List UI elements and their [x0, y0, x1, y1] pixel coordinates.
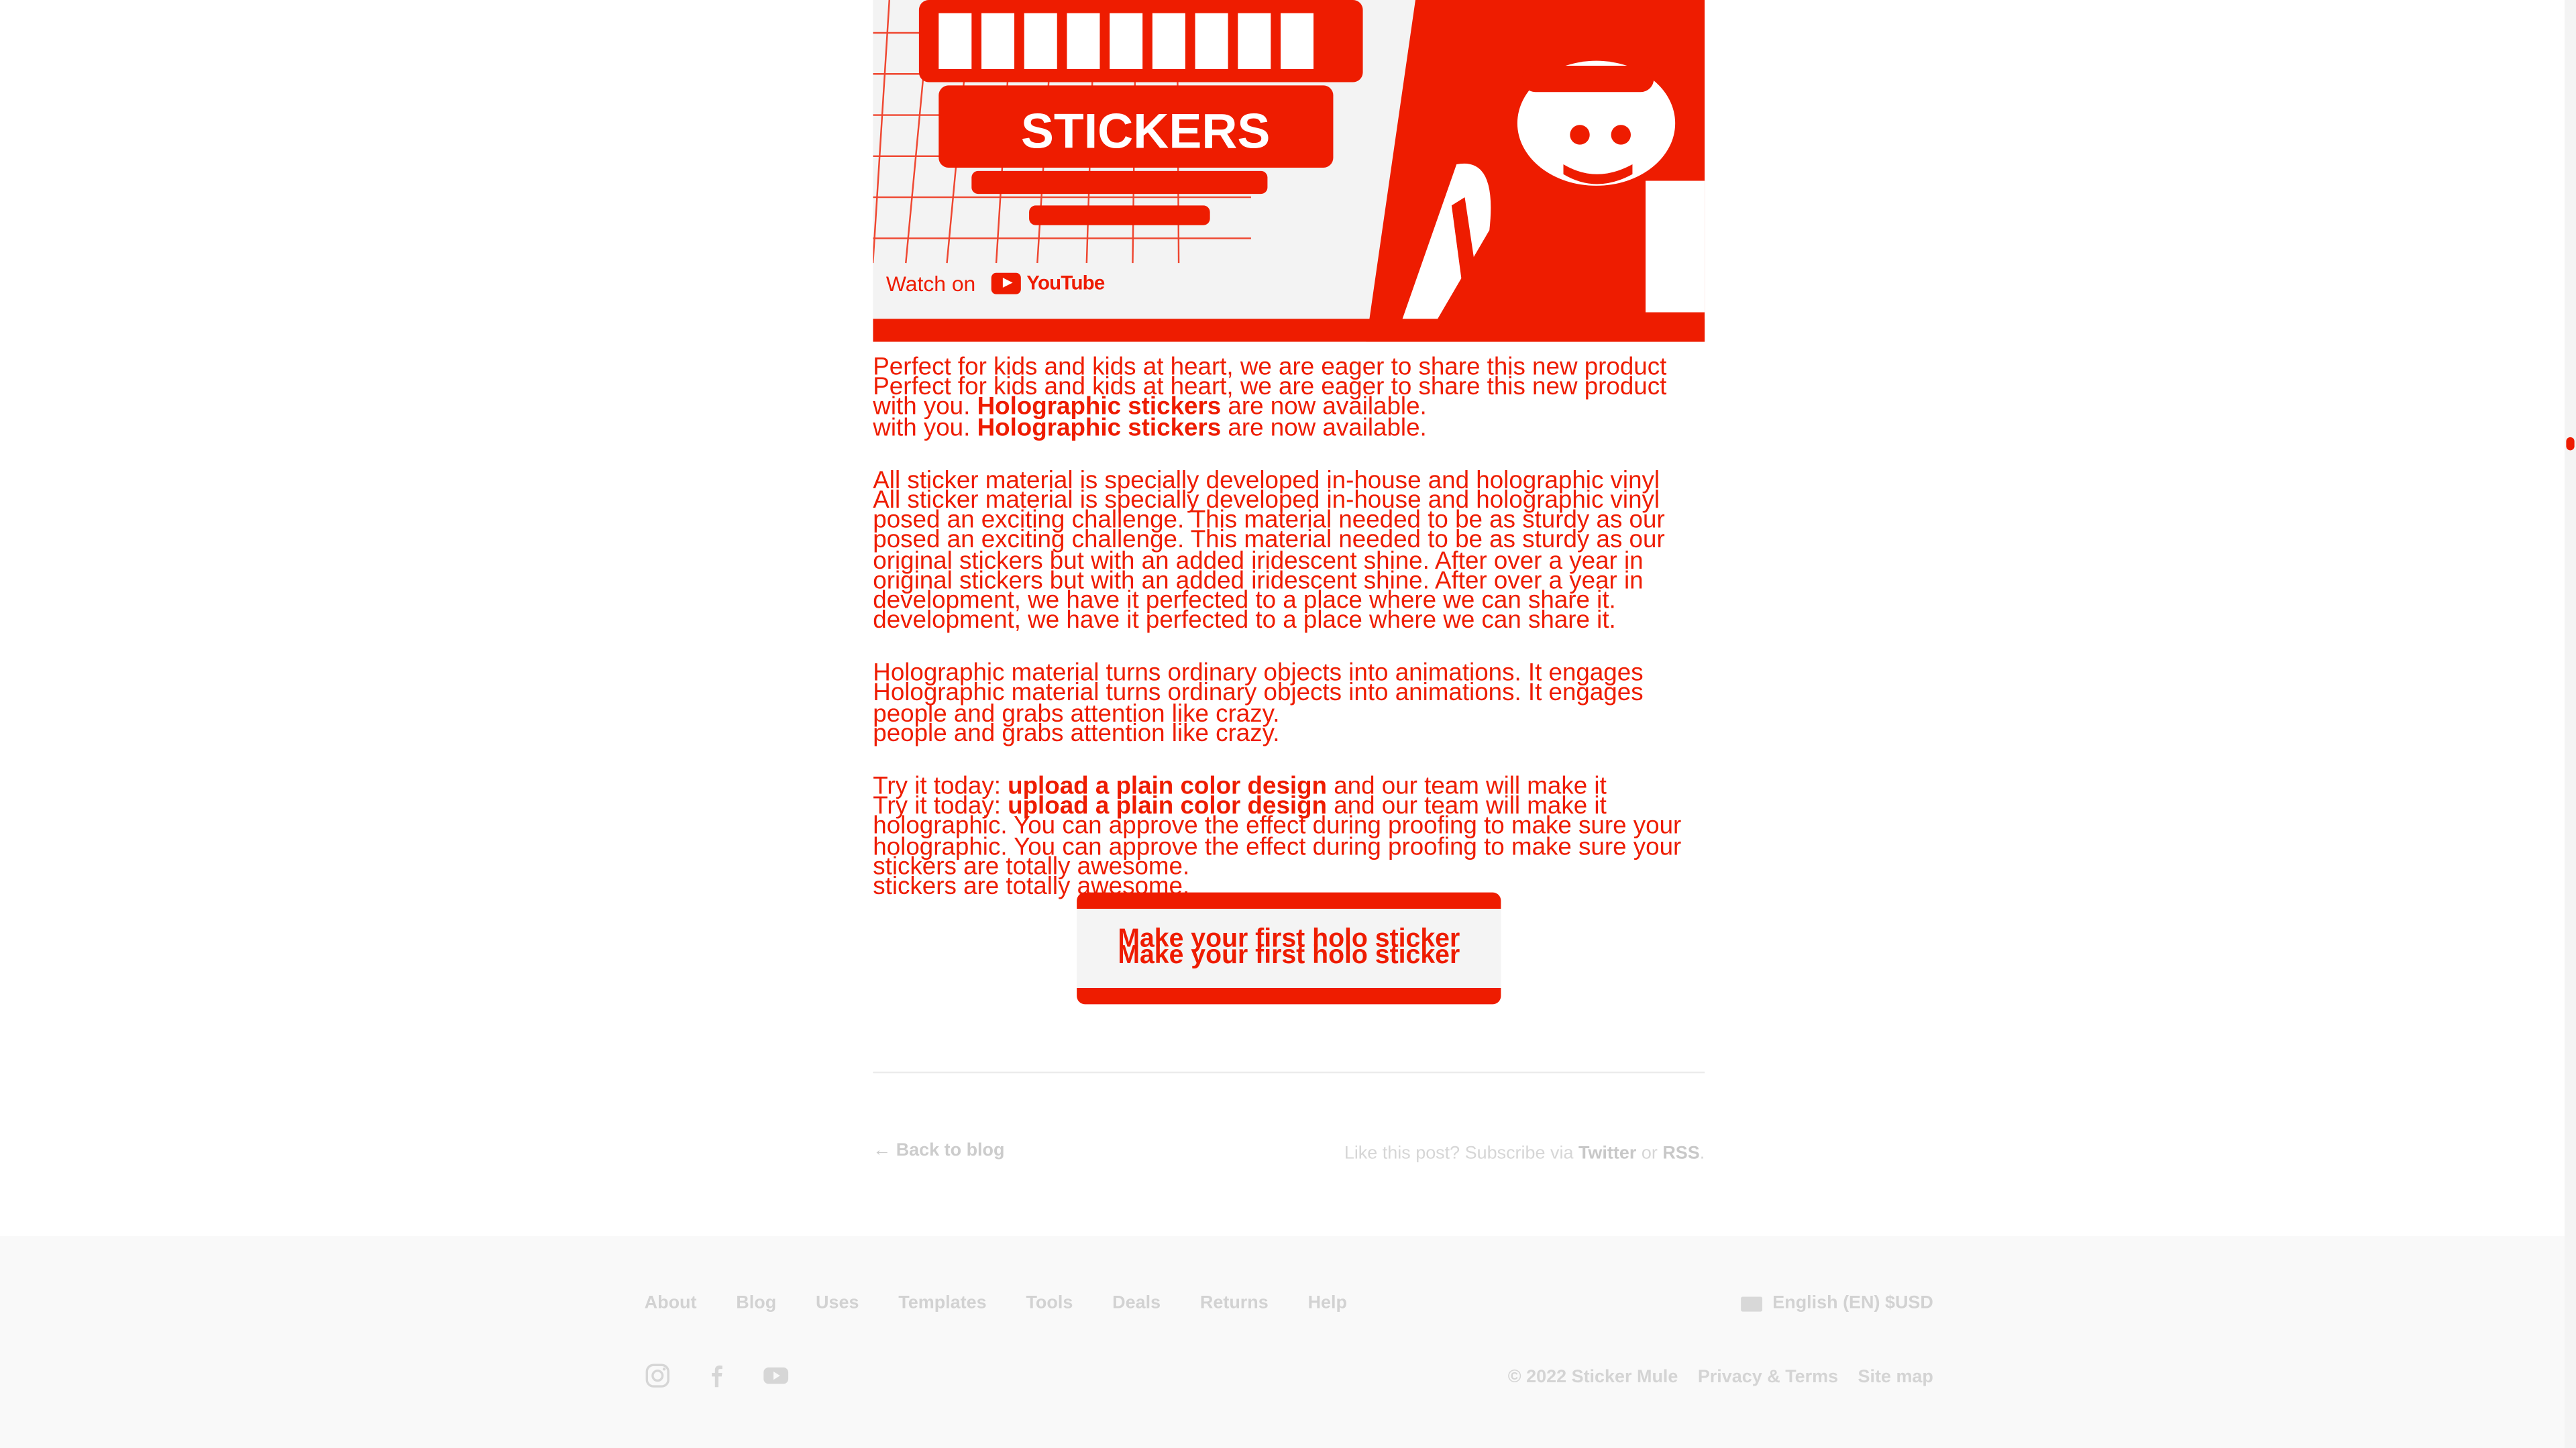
make-holo-sticker-button[interactable]: Make your first holo sticker Make your f… — [1077, 892, 1501, 1005]
youtube-play-icon — [991, 272, 1022, 294]
flag-icon — [1741, 1296, 1763, 1311]
text-span: are now available. — [1221, 413, 1427, 442]
paragraph-line: development, we have it perfected to a p… — [873, 606, 1616, 635]
youtube-icon[interactable] — [763, 1363, 789, 1389]
paragraph-try-it: Try it today: upload a plain color desig… — [873, 774, 1705, 899]
youtube-logo: YouTube — [991, 271, 1105, 294]
footer-link-help[interactable]: Help — [1308, 1294, 1347, 1313]
footer-link-deals[interactable]: Deals — [1112, 1294, 1161, 1313]
subscribe-text: Like this post? Subscribe via Twitter or… — [1327, 1144, 1705, 1164]
period-text: . — [1699, 1144, 1705, 1164]
footer-link-returns[interactable]: Returns — [1200, 1294, 1269, 1313]
back-to-blog-link[interactable]: ← Back to blog — [873, 1141, 1004, 1160]
watch-on-label: Watch on — [885, 270, 976, 295]
footer-link-uses[interactable]: Uses — [816, 1294, 859, 1313]
cta-label: Make your first holo sticker — [1118, 942, 1460, 970]
footer-link-about[interactable]: About — [645, 1294, 697, 1313]
watch-on-youtube-link[interactable]: Watch on YouTube — [886, 263, 1105, 302]
instagram-icon[interactable] — [645, 1363, 671, 1389]
footer-nav: About Blog Uses Templates Tools Deals Re… — [645, 1294, 1347, 1313]
or-text: or — [1636, 1144, 1663, 1164]
copyright-text: © 2022 Sticker Mule — [1507, 1367, 1678, 1388]
locale-label: English (EN) $USD — [1772, 1293, 1933, 1314]
youtube-wordmark: YouTube — [1026, 271, 1105, 294]
privacy-terms-link[interactable]: Privacy & Terms — [1698, 1368, 1838, 1387]
paragraph-line: with you. Holographic stickers are now a… — [873, 415, 1705, 440]
social-links — [645, 1363, 790, 1389]
footer-link-blog[interactable]: Blog — [736, 1294, 776, 1313]
article-body: Perfect for kids and kids at heart, we a… — [873, 355, 1705, 930]
locale-selector[interactable]: English (EN) $USD — [1741, 1294, 1933, 1313]
divider — [873, 1071, 1705, 1074]
paragraph-line: people and grabs attention like crazy. — [873, 719, 1280, 748]
scrollbar[interactable] — [2564, 0, 2576, 1448]
sticker-logo-text: STICKERS — [1021, 103, 1271, 159]
paragraph-animations: Holographic material turns ordinary obje… — [873, 661, 1705, 748]
holographic-stickers-link[interactable]: Holographic stickers — [977, 413, 1222, 441]
footer: About Blog Uses Templates Tools Deals Re… — [0, 1235, 2565, 1448]
paragraph-intro: Perfect for kids and kids at heart, we a… — [873, 355, 1705, 440]
footer-link-tools[interactable]: Tools — [1026, 1294, 1073, 1313]
scrollbar-thumb[interactable] — [2566, 437, 2575, 451]
youtube-embed[interactable]: STICKERS Watch on YouTube — [873, 0, 1705, 342]
page: STICKERS Watch on YouTube Perfect for ki… — [0, 0, 2576, 1448]
facebook-icon[interactable] — [704, 1363, 730, 1389]
twitter-link[interactable]: Twitter — [1578, 1144, 1636, 1164]
subscribe-prefix: Like this post? Subscribe via — [1344, 1144, 1578, 1164]
rss-link[interactable]: RSS — [1662, 1144, 1699, 1164]
paragraph-material: All sticker material is specially develo… — [873, 468, 1705, 635]
legal-links: © 2022 Sticker Mule Privacy & Terms Site… — [1508, 1368, 1933, 1387]
text-span: with you. — [873, 413, 977, 442]
footer-link-templates[interactable]: Templates — [898, 1294, 986, 1313]
site-map-link[interactable]: Site map — [1858, 1368, 1933, 1387]
